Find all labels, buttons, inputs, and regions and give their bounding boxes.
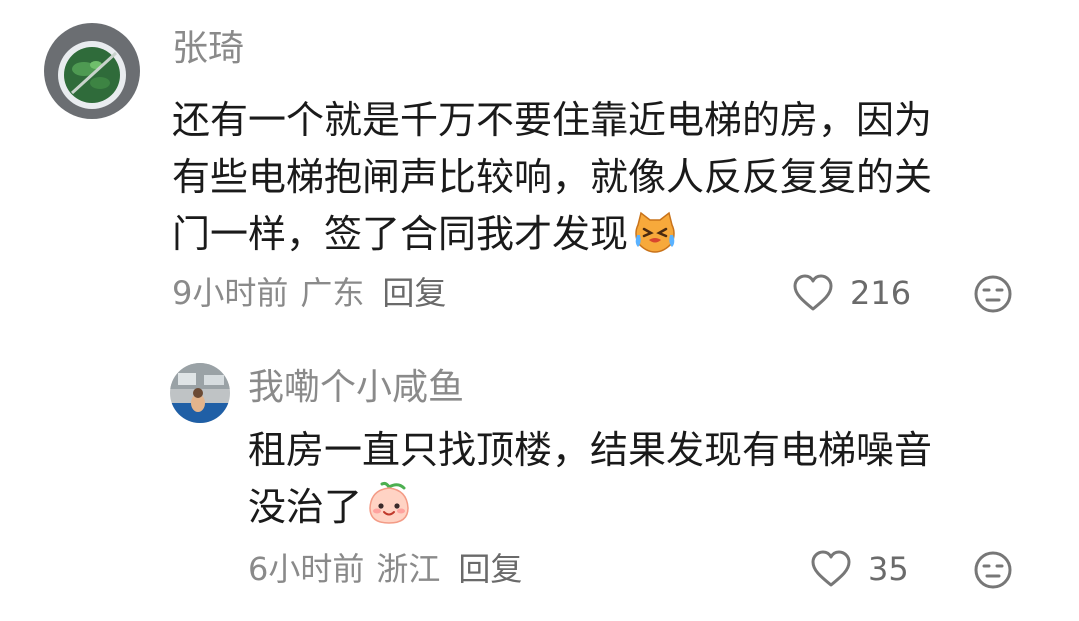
username[interactable]: 张琦 [172,26,244,72]
comment-time: 9小时前 [172,274,289,312]
neutral-face-icon [974,551,1012,589]
comment-meta: 6小时前 浙江 回复 [248,549,534,589]
reply-button[interactable]: 回复 [458,550,522,588]
comment-line: 没治了 [248,479,1048,542]
smiling-peach-emoji [366,480,412,542]
comment-meta: 9小时前 广东 回复 [172,273,458,313]
comment-text: 租房一直只找顶楼，结果发现有电梯噪音 没治了 [248,422,1048,542]
dislike-button[interactable] [973,274,1013,314]
avatar-image [170,363,230,423]
heart-icon [811,550,851,587]
reply-item: 我嘞个小咸鱼 租房一直只找顶楼，结果发现有电梯噪音 没治了 6小时前 浙江 回复 3… [0,330,1079,621]
like-button[interactable]: 35 [810,550,909,588]
reply-button[interactable]: 回复 [382,274,446,312]
like-count: 35 [868,550,909,588]
dislike-button[interactable] [973,550,1013,590]
comment-line: 还有一个就是千万不要住靠近电梯的房，因为 [172,98,933,142]
comment-item: 张琦 还有一个就是千万不要住靠近电梯的房，因为 有些电梯抱闸声比较响，就像人反反… [0,0,1079,330]
comment-location: 广东 [300,274,365,312]
avatar-image [44,23,140,119]
like-count: 216 [850,274,912,312]
like-button[interactable]: 216 [792,274,911,312]
crying-cat-emoji [632,211,678,269]
comment-time: 6小时前 [248,550,365,588]
comment-line: 租房一直只找顶楼，结果发现有电梯噪音 [248,428,933,472]
comment-line: 有些电梯抱闸声比较响，就像人反反复复的关 [172,155,933,199]
avatar[interactable] [44,23,140,119]
neutral-face-icon [974,275,1012,313]
comment-location: 浙江 [376,550,441,588]
comment-line: 门一样，签了合同我才发现 [172,206,1032,269]
username[interactable]: 我嘞个小咸鱼 [248,365,464,411]
avatar[interactable] [170,363,230,423]
heart-icon [793,274,833,311]
comment-text: 还有一个就是千万不要住靠近电梯的房，因为 有些电梯抱闸声比较响，就像人反反复复的… [172,92,1032,269]
